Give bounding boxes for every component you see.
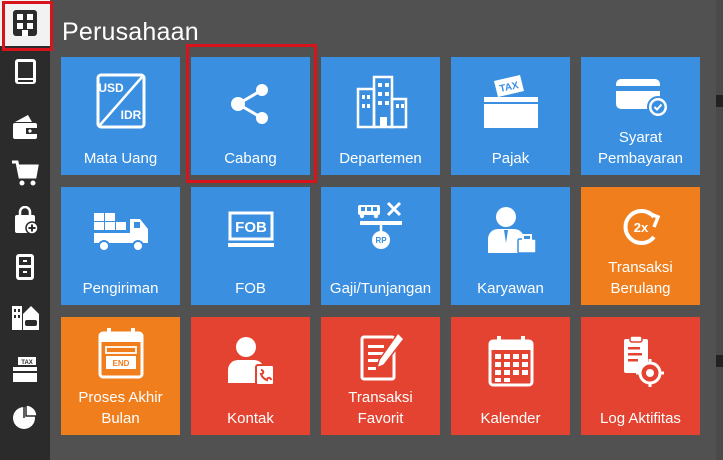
wallet-icon [13, 115, 37, 139]
recurring-badge: 2x [633, 220, 648, 235]
tax-ticket-icon: TAX [13, 357, 37, 382]
tax-icon: TAX [483, 75, 538, 128]
sidebar-item-cash[interactable] [0, 104, 50, 150]
fob-icon: FOB [227, 211, 274, 247]
right-edge-mark [716, 355, 723, 367]
file-cabinet-icon [16, 254, 34, 280]
office-building-icon [12, 306, 39, 330]
tile-label: Pengiriman [82, 280, 159, 297]
right-edge-mark [716, 95, 723, 107]
tile-gaji-tunjangan[interactable]: RP Gaji/Tunjangan [321, 187, 440, 305]
tile-departemen[interactable]: Departemen [321, 57, 440, 175]
tile-syarat-pembayaran[interactable]: Syarat Pembayaran [581, 57, 700, 175]
favorite-document-icon [360, 331, 405, 381]
right-edge-panel [716, 0, 723, 460]
tile-label: Gaji/Tunjangan [329, 280, 432, 297]
sidebar-item-company[interactable] [0, 0, 53, 51]
payment-card-icon [615, 79, 669, 118]
fob-text: FOB [235, 219, 267, 236]
salary-scale-icon: RP [357, 201, 402, 249]
tile-cabang[interactable]: Cabang [191, 57, 310, 175]
shopping-bag-icon [15, 206, 39, 235]
branch-share-icon [230, 84, 268, 124]
tile-label: Proses Akhir Bulan [78, 389, 163, 427]
tile-label: Transaksi Berulang [608, 259, 673, 297]
recurring-2x-icon: 2x [623, 209, 660, 245]
usd-label: USD [98, 81, 124, 95]
idr-label: IDR [120, 108, 141, 122]
tile-label: Kalender [480, 410, 541, 427]
tile-pajak[interactable]: TAX Pajak [451, 57, 570, 175]
tile-pengiriman[interactable]: Pengiriman [61, 187, 180, 305]
tile-kalender[interactable]: Kalender [451, 317, 570, 435]
tile-fob[interactable]: FOB FOB [191, 187, 310, 305]
calendar-icon [488, 336, 533, 387]
tile-label: Cabang [224, 150, 277, 167]
shopping-cart-icon [12, 160, 39, 186]
tile-label: Departemen [339, 150, 422, 167]
pie-chart-icon [13, 404, 38, 429]
svg-text:TAX: TAX [21, 360, 33, 366]
tile-label: FOB [235, 280, 266, 297]
tile-kontak[interactable]: Kontak [191, 317, 310, 435]
employee-icon [487, 207, 537, 254]
tile-proses-akhir-bulan[interactable]: END Proses Akhir Bulan [61, 317, 180, 435]
delivery-truck-icon [93, 213, 148, 252]
tile-label: Kontak [227, 410, 274, 427]
sidebar-item-tax[interactable]: TAX [0, 346, 50, 392]
tile-label: Pajak [491, 150, 530, 167]
tile-karyawan[interactable]: Karyawan [451, 187, 570, 305]
sidebar: TAX [0, 0, 53, 460]
sidebar-item-purchase[interactable] [0, 198, 50, 244]
tile-label: Karyawan [477, 280, 544, 297]
sidebar-item-ledger[interactable] [0, 48, 50, 94]
sidebar-item-assets[interactable] [0, 294, 50, 340]
currency-exchange-icon: USD IDR [96, 73, 145, 129]
end-label: END [112, 359, 129, 368]
sidebar-item-sales[interactable] [0, 150, 50, 196]
tile-label: Transaksi Favorit [348, 389, 413, 427]
rp-label: RP [375, 236, 387, 245]
tile-transaksi-favorit[interactable]: Transaksi Favorit [321, 317, 440, 435]
month-end-calendar-icon: END [98, 328, 143, 379]
buildings-icon [356, 75, 407, 129]
tile-transaksi-berulang[interactable]: 2x Transaksi Berulang [581, 187, 700, 305]
page-title: Perusahaan [62, 18, 199, 46]
activity-log-icon [623, 335, 664, 387]
building-grid-icon [13, 10, 37, 36]
tile-label: Log Aktifitas [600, 410, 681, 427]
sidebar-item-reports[interactable] [0, 394, 50, 440]
tile-log-aktifitas[interactable]: Log Aktifitas [581, 317, 700, 435]
book-icon [15, 59, 36, 84]
tile-mata-uang[interactable]: USD IDR Mata Uang [61, 57, 180, 175]
contact-icon [227, 337, 275, 386]
tile-label: Syarat Pembayaran [597, 129, 684, 167]
tile-label: Mata Uang [83, 150, 158, 167]
sidebar-item-inventory[interactable] [0, 244, 50, 290]
